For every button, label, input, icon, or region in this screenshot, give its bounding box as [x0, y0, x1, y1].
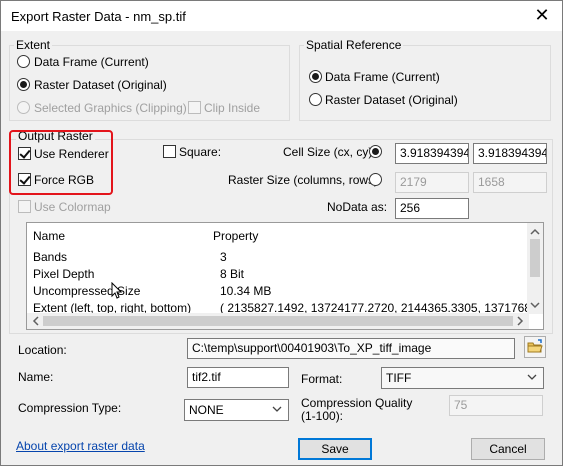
sr-data-frame-label: Data Frame (Current) — [325, 70, 440, 84]
chevron-down-icon — [527, 374, 537, 380]
square-checkbox[interactable] — [163, 145, 176, 158]
location-input[interactable]: C:\temp\support\00401903\To_XP_tiff_imag… — [187, 338, 515, 359]
row-value: 3 — [220, 250, 227, 264]
properties-header: Name Property — [33, 229, 523, 246]
about-export-link[interactable]: About export raster data — [16, 439, 145, 453]
nodata-label: NoData as: — [327, 200, 388, 214]
clip-inside-checkbox[interactable] — [188, 101, 201, 114]
format-select-value: TIFF — [386, 371, 412, 385]
extent-raster-dataset-label: Raster Dataset (Original) — [34, 78, 167, 92]
extent-selected-graphics-radio[interactable] — [17, 101, 30, 114]
compression-type-label: Compression Type: — [18, 401, 122, 415]
square-label: Square: — [179, 145, 222, 159]
extent-legend: Extent — [14, 38, 53, 52]
sr-raster-dataset-radio[interactable] — [309, 93, 322, 106]
use-colormap-checkbox[interactable] — [18, 200, 31, 213]
use-colormap-label: Use Colormap — [34, 200, 111, 214]
row-name: Pixel Depth — [33, 267, 95, 281]
mouse-cursor-icon — [111, 282, 123, 299]
extent-data-frame-label: Data Frame (Current) — [34, 55, 149, 69]
compression-type-value: NONE — [189, 403, 224, 417]
export-raster-dialog: Export Raster Data - nm_sp.tif ✕ Extent … — [0, 0, 563, 466]
title-bar: Export Raster Data - nm_sp.tif ✕ — [1, 1, 562, 31]
cancel-button[interactable]: Cancel — [471, 438, 545, 460]
table-row: Pixel Depth 8 Bit — [33, 267, 523, 284]
force-rgb-checkbox[interactable] — [18, 173, 31, 186]
raster-columns-input[interactable]: 2179 — [395, 172, 469, 193]
format-select[interactable]: TIFF — [381, 367, 544, 389]
table-row: Uncompressed Size 10.34 MB — [33, 284, 523, 301]
extent-raster-dataset-radio[interactable] — [17, 78, 30, 91]
name-label: Name: — [18, 370, 54, 384]
header-name: Name — [33, 229, 66, 243]
raster-rows-input[interactable]: 1658 — [473, 172, 547, 193]
compression-quality-label: Compression Quality (1-100): — [301, 396, 413, 423]
extent-selected-graphics-label: Selected Graphics (Clipping) — [34, 101, 187, 115]
chevron-down-icon — [272, 406, 282, 412]
compression-type-select[interactable]: NONE — [184, 399, 289, 421]
row-name: Uncompressed Size — [33, 284, 141, 298]
location-label: Location: — [18, 343, 67, 357]
scroll-down-icon[interactable] — [527, 298, 543, 312]
table-row: Bands 3 — [33, 250, 523, 267]
scroll-up-icon[interactable] — [527, 225, 543, 239]
hscrollbar-thumb[interactable] — [43, 316, 513, 326]
horizontal-scrollbar[interactable] — [27, 313, 529, 329]
browse-button[interactable] — [524, 336, 546, 358]
cell-cy-input[interactable]: 3.918394394 — [473, 143, 547, 164]
cell-cx-input[interactable]: 3.918394394 — [395, 143, 469, 164]
use-renderer-checkbox[interactable] — [18, 147, 31, 160]
row-value: 10.34 MB — [220, 284, 272, 298]
use-renderer-label: Use Renderer — [34, 147, 109, 161]
vertical-scrollbar[interactable] — [527, 223, 543, 314]
nodata-input[interactable]: 256 — [395, 198, 469, 219]
clip-inside-label: Clip Inside — [204, 101, 261, 115]
scroll-left-icon[interactable] — [29, 313, 43, 329]
force-rgb-label: Force RGB — [34, 173, 95, 187]
format-label: Format: — [301, 372, 343, 386]
row-value: 8 Bit — [220, 267, 245, 281]
header-property: Property — [213, 229, 259, 243]
cell-size-label: Cell Size (cx, cy): — [283, 145, 376, 159]
sr-raster-dataset-label: Raster Dataset (Original) — [325, 93, 458, 107]
compression-quality-input[interactable]: 75 — [449, 395, 543, 416]
raster-size-label: Raster Size (columns, rows): — [228, 173, 382, 187]
row-name: Bands — [33, 250, 68, 264]
name-input[interactable]: tif2.tif — [187, 367, 289, 388]
sr-data-frame-radio[interactable] — [309, 70, 322, 83]
cell-size-radio[interactable] — [369, 145, 382, 158]
properties-list[interactable]: Name Property Bands 3 Pixel Depth 8 Bit … — [26, 222, 544, 330]
scrollbar-thumb[interactable] — [530, 239, 540, 277]
save-button[interactable]: Save — [298, 438, 372, 460]
close-icon[interactable]: ✕ — [532, 5, 552, 25]
window-title: Export Raster Data - nm_sp.tif — [11, 9, 186, 24]
extent-data-frame-radio[interactable] — [17, 55, 30, 68]
spatial-reference-legend: Spatial Reference — [304, 38, 404, 52]
raster-size-radio[interactable] — [369, 173, 382, 186]
scroll-right-icon[interactable] — [513, 313, 527, 329]
folder-icon — [527, 339, 543, 353]
